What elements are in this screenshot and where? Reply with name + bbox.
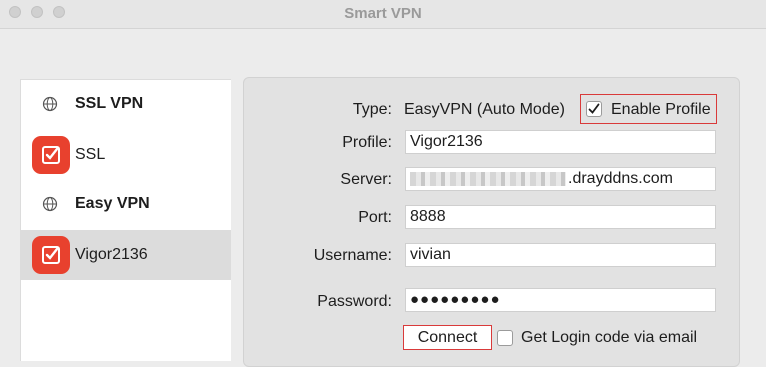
sidebar-item-ssl[interactable]: SSL	[21, 130, 231, 180]
checkmark-icon	[588, 103, 600, 114]
sidebar-header-label: SSL VPN	[75, 95, 144, 112]
enable-profile-label: Enable Profile	[611, 101, 711, 118]
username-label: Username:	[313, 247, 392, 264]
connect-button-label: Connect	[417, 329, 478, 346]
login-code-checkbox[interactable]	[497, 330, 513, 346]
sidebar-item-label: Vigor2136	[75, 246, 148, 263]
username-input[interactable]: vivian	[405, 243, 716, 267]
port-label: Port:	[358, 209, 392, 226]
server-domain: .drayddns.com	[568, 170, 673, 187]
window-title: Smart VPN	[344, 5, 422, 22]
connect-button[interactable]: Connect	[403, 325, 492, 350]
port-input[interactable]: 8888	[405, 205, 716, 229]
password-input[interactable]: ●●●●●●●●●	[405, 288, 716, 312]
type-label: Type:	[352, 101, 392, 118]
server-input[interactable]: .drayddns.com	[405, 167, 716, 191]
sidebar-header-ssl-vpn: SSL VPN	[21, 80, 231, 130]
password-label: Password:	[317, 293, 392, 310]
globe-icon	[42, 196, 58, 212]
profile-label: Profile:	[342, 134, 392, 151]
globe-icon	[42, 96, 58, 112]
redacted-hostname	[410, 171, 566, 186]
smart-vpn-app-icon	[32, 136, 70, 174]
server-label: Server:	[340, 171, 392, 188]
sidebar-item-label: SSL	[75, 146, 106, 163]
sidebar-header-easy-vpn: Easy VPN	[21, 180, 231, 230]
profile-input[interactable]: Vigor2136	[405, 130, 716, 154]
profile-sidebar: SSL VPN SSL Easy VPN Vigor2136	[20, 79, 231, 361]
enable-profile-checkbox[interactable]	[586, 101, 602, 117]
type-value: EasyVPN (Auto Mode)	[404, 101, 565, 118]
smart-vpn-app-icon	[32, 236, 70, 274]
title-bar: Smart VPN	[0, 0, 766, 29]
login-code-label: Get Login code via email	[521, 329, 698, 346]
sidebar-item-vigor2136[interactable]: Vigor2136	[21, 230, 231, 280]
sidebar-header-label: Easy VPN	[75, 195, 150, 212]
